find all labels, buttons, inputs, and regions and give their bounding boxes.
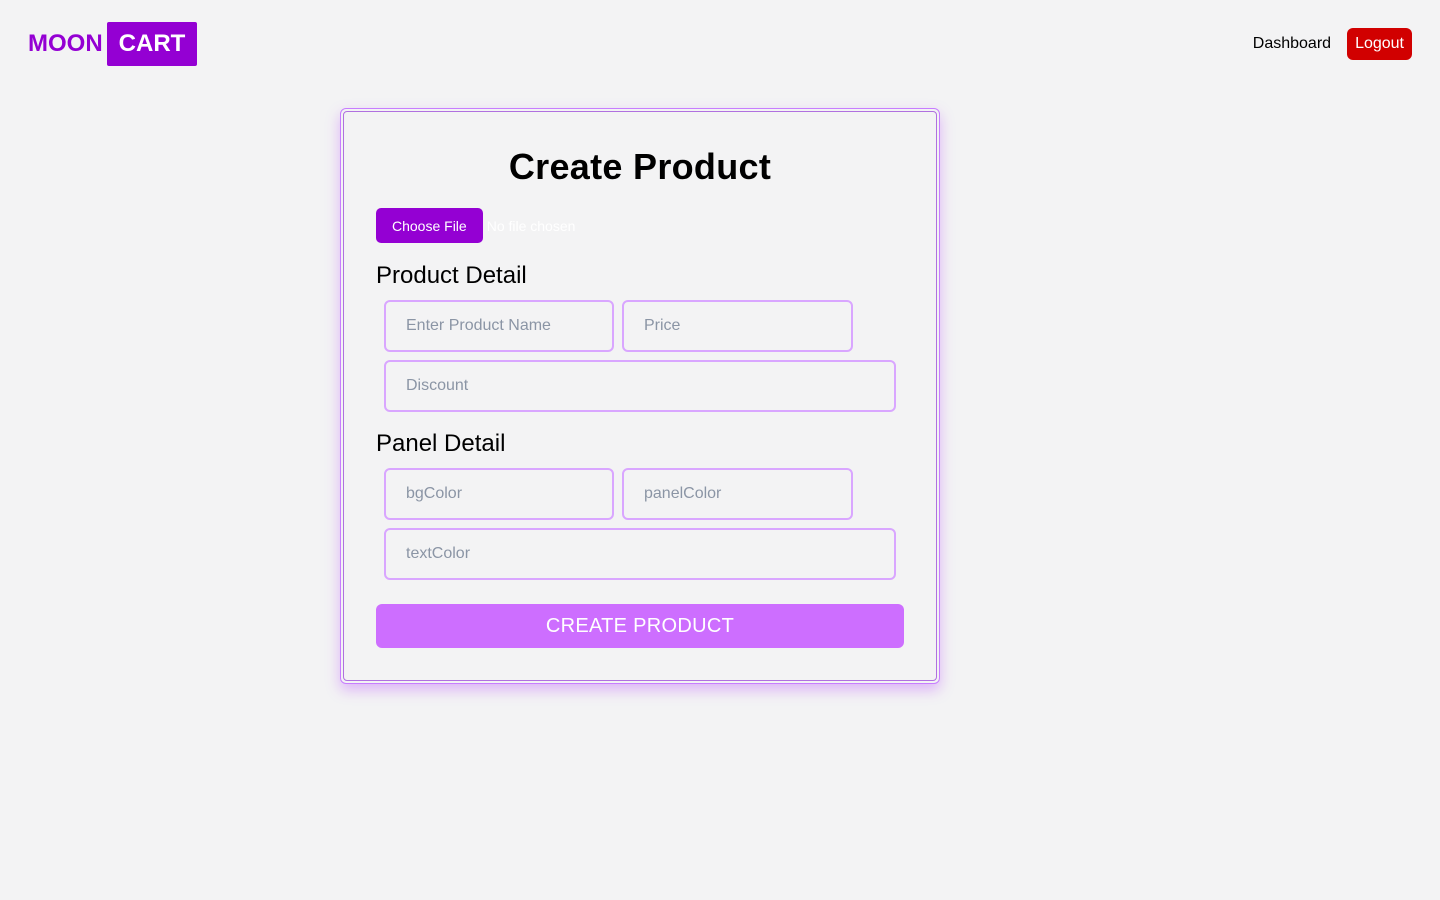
create-product-card: Create Product Choose File No file chose… bbox=[340, 108, 940, 684]
choose-file-button[interactable]: Choose File bbox=[376, 208, 483, 243]
brand-logo-cart: CART bbox=[106, 22, 198, 66]
logout-button[interactable]: Logout bbox=[1347, 28, 1412, 60]
bgcolor-input[interactable] bbox=[384, 468, 614, 520]
product-detail-heading: Product Detail bbox=[376, 262, 527, 289]
create-product-form: Create Product Choose File No file chose… bbox=[343, 111, 937, 681]
discount-input[interactable] bbox=[384, 360, 896, 412]
file-status-text: No file chosen bbox=[486, 217, 576, 234]
product-name-input[interactable] bbox=[384, 300, 614, 352]
dashboard-link[interactable]: Dashboard bbox=[1253, 35, 1331, 53]
brand-logo[interactable]: MOON CART bbox=[28, 22, 198, 66]
panelcolor-input[interactable] bbox=[622, 468, 853, 520]
brand-logo-moon: MOON bbox=[28, 30, 103, 57]
navbar: MOON CART Dashboard Logout bbox=[0, 0, 1440, 88]
price-input[interactable] bbox=[622, 300, 853, 352]
page-title: Create Product bbox=[508, 146, 772, 187]
create-product-button[interactable]: CREATE PRODUCT bbox=[376, 604, 904, 648]
nav-links: Dashboard Logout bbox=[1253, 28, 1412, 60]
file-input[interactable]: Choose File No file chosen bbox=[376, 208, 575, 243]
panel-detail-heading: Panel Detail bbox=[376, 430, 506, 457]
textcolor-input[interactable] bbox=[384, 528, 896, 580]
